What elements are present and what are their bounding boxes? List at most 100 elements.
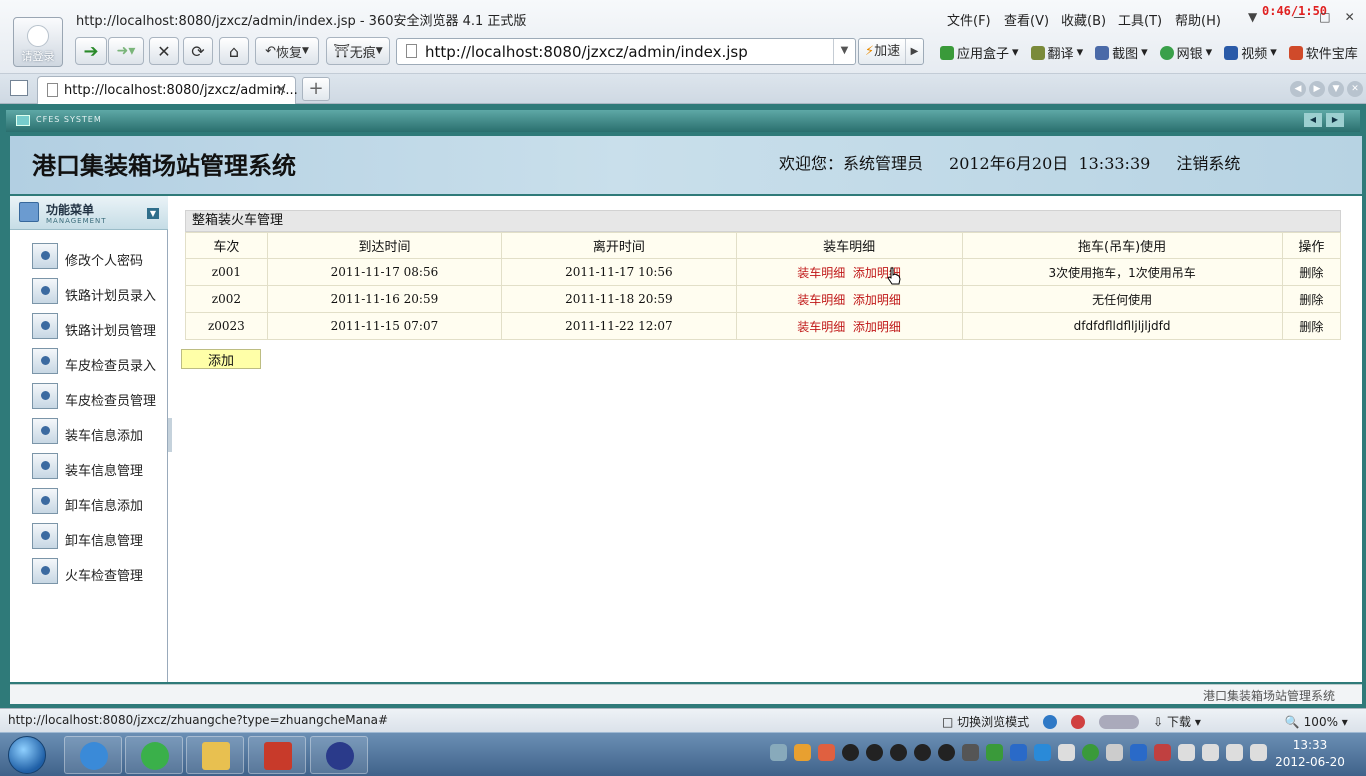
menu-item-car-inspector-add[interactable]: 车皮检查员录入 [10,345,168,380]
address-bar[interactable]: ▼ [396,38,856,65]
qq-icon[interactable] [890,744,907,761]
zoom-control[interactable]: 🔍 100% ▾ [1285,715,1348,729]
security-icon[interactable] [1071,714,1086,729]
refresh-button[interactable]: ⟳ [183,37,213,65]
network-icon[interactable] [1226,744,1243,761]
menu-help[interactable]: 帮助(H) [1175,10,1232,29]
train-number: z002 [185,285,268,313]
app-box-button[interactable]: 应用盒子 ▾ [940,43,1019,62]
menu-view[interactable]: 查看(V) [1004,10,1061,29]
taskbar-eclipse[interactable] [310,736,368,774]
flag-icon[interactable] [1178,744,1195,761]
logout-link[interactable]: 注销系统 [1176,150,1240,174]
keyboard-icon[interactable] [770,744,787,761]
taskbar-explorer[interactable] [186,736,244,774]
menu-item-unloading-add[interactable]: 卸车信息添加 [10,485,168,520]
tab-close-all-icon[interactable]: ✕ [1347,81,1363,97]
refresh-icon[interactable] [1082,744,1099,761]
qq-icon[interactable] [866,744,883,761]
delete-link[interactable]: 删除 [1299,293,1323,307]
sidebar-toggle-icon[interactable] [10,80,28,96]
login-avatar[interactable]: 请登录 [13,17,63,67]
close-icon[interactable]: ✕ [1345,10,1355,24]
tab-active[interactable]: http://localhost:8080/jzxcz/admin/... ✕ [37,76,298,104]
add-detail-link[interactable]: 添加明细 [853,320,901,334]
taskbar-clock[interactable]: 13:33 2012-06-20 [1262,737,1358,771]
tray-app-icon[interactable] [1154,744,1171,761]
menu-item-rail-planner-add[interactable]: 铁路计划员录入 [10,275,168,310]
add-detail-link[interactable]: 添加明细 [853,293,901,307]
delete-link[interactable]: 删除 [1299,266,1323,280]
tray-app-icon[interactable] [962,744,979,761]
view-detail-link[interactable]: 装车明细 [797,320,845,334]
delete-link[interactable]: 删除 [1299,320,1323,334]
menu-item-loading-add[interactable]: 装车信息添加 [10,415,168,450]
home-button[interactable]: ⌂ [219,37,249,65]
view-detail-link[interactable]: 装车明细 [797,293,845,307]
restore-button[interactable]: ↶ 恢复 ▼ [255,37,319,65]
tab-prev-icon[interactable]: ◀ [1290,81,1306,97]
minimize-icon[interactable]: — [1293,10,1305,24]
menu-item-label: 卸车信息添加 [65,499,144,514]
tab-next-icon[interactable]: ▶ [1309,81,1325,97]
qq-icon[interactable] [914,744,931,761]
menu-tools[interactable]: 工具(T) [1118,10,1175,29]
toggle-icon[interactable] [1099,714,1140,729]
shield-icon[interactable] [1010,744,1027,761]
collapse-icon[interactable]: ▼ [147,208,159,219]
back-button[interactable]: ➔ [75,37,107,65]
address-dropdown-icon[interactable]: ▼ [833,39,855,64]
translate-button[interactable]: 翻译 ▾ [1030,43,1083,62]
download-button[interactable]: ⇩ 下载 ▾ [1153,713,1201,730]
shield-icon[interactable] [1034,744,1051,761]
tray-app-icon[interactable] [794,744,811,761]
menu-item-rail-planner-manage[interactable]: 铁路计划员管理 [10,310,168,345]
menu-item-car-inspector-manage[interactable]: 车皮检查员管理 [10,380,168,415]
taskbar-toolbox[interactable] [248,736,306,774]
taskbar-360-browser[interactable] [125,736,183,774]
menu-item-change-password[interactable]: 修改个人密码 [10,240,168,275]
download-label: 下载 [1167,715,1192,729]
maximize-icon[interactable]: □ [1319,10,1330,24]
app-box-icon [940,45,954,60]
forward-button[interactable]: ➜▾ [108,37,144,65]
tray-app-icon[interactable] [1058,744,1075,761]
new-tab-button[interactable]: + [302,77,330,101]
stop-button[interactable]: ✕ [149,37,179,65]
video-button[interactable]: 视频 ▾ [1224,43,1277,62]
menu-item-unloading-manage[interactable]: 卸车信息管理 [10,520,168,555]
strip-right-icon[interactable]: ▶ [1326,113,1344,127]
tab-list-icon[interactable]: ▼ [1328,81,1344,97]
tab-close-icon[interactable]: ✕ [275,82,287,98]
skin-icon[interactable]: ▼ [1248,10,1257,24]
ie-mode-icon[interactable] [1043,714,1058,729]
tray-app-icon[interactable] [1106,744,1123,761]
ebank-button[interactable]: 网银 ▾ [1159,43,1212,62]
software-store-button[interactable]: 软件宝库 [1288,43,1358,62]
menu-item-train-inspection[interactable]: 火车检查管理 [10,555,168,590]
address-input[interactable] [425,42,825,62]
menu-item-loading-manage[interactable]: 装车信息管理 [10,450,168,485]
qq-icon[interactable] [842,744,859,761]
incognito-button[interactable]: ⛩ 无痕 ▼ [326,37,390,65]
stop-icon: ✕ [157,41,171,61]
screenshot-button[interactable]: 截图 ▾ [1095,43,1148,62]
speed-button[interactable]: ⚡加速 ▶ [858,38,924,65]
start-button[interactable] [8,736,46,774]
tray-app-icon[interactable] [818,744,835,761]
tray-app-icon[interactable] [986,744,1003,761]
menu-file[interactable]: 文件(F) [947,10,1004,29]
tray-app-icon[interactable] [1130,744,1147,761]
view-detail-link[interactable]: 装车明细 [797,266,845,280]
tray-app-icon[interactable] [1202,744,1219,761]
qq-icon[interactable] [938,744,955,761]
menu-favorites[interactable]: 收藏(B) [1061,10,1118,29]
add-button[interactable]: 添加 [181,349,261,369]
folder-icon [202,742,230,770]
strip-left-icon[interactable]: ◀ [1304,113,1322,127]
leave-time: 2011-11-22 12:07 [501,312,737,340]
go-icon[interactable]: ▶ [905,39,923,64]
taskbar-ie[interactable] [64,736,122,774]
browser-360-icon [141,742,169,770]
switch-mode-button[interactable]: □ 切换浏览模式 [942,713,1029,730]
